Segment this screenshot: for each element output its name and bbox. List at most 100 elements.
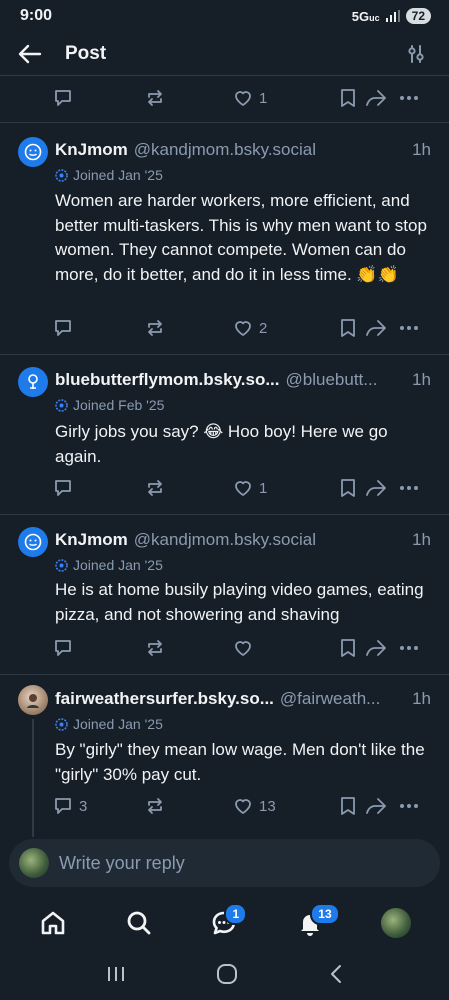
heart-icon [235,799,251,814]
sliders-icon [408,44,424,63]
bookmark-icon [341,479,355,497]
reply-post: bluebutterflymom.bsky.so... @bluebutt...… [0,355,449,515]
reply-post: KnJmom @kandjmom.bsky.social 1h Joined J… [0,515,449,675]
chevron-left-icon [331,965,342,983]
avatar[interactable] [18,527,48,557]
more-button[interactable] [399,485,419,491]
share-button[interactable] [365,796,399,816]
author-name[interactable]: KnJmom [55,140,128,160]
reply-button[interactable] [53,318,145,338]
reply-post: KnJmom @kandjmom.bsky.social 1h Joined J… [0,124,449,355]
chat-badge: 1 [224,903,248,925]
more-button[interactable] [399,803,419,809]
like-button[interactable]: 1 [233,478,339,498]
bookmark-button[interactable] [339,638,365,658]
bookmark-icon [341,639,355,657]
avatar[interactable] [18,137,48,167]
reply-button[interactable] [53,88,145,108]
status-time: 9:00 [20,7,53,24]
comment-icon [55,480,71,496]
reply-composer[interactable]: Write your reply [9,839,440,887]
nav-chat[interactable]: 1 [202,901,248,945]
nav-search[interactable] [117,901,161,945]
joined-text: Joined Jan '25 [73,716,163,732]
home-system-button[interactable] [216,963,238,990]
share-button[interactable] [365,318,399,338]
post-time[interactable]: 1h [412,140,431,160]
nav-notifications[interactable]: 13 [288,901,340,945]
comment-icon [55,798,71,814]
actions-row: 3 13 [53,789,431,823]
repost-button[interactable] [145,88,233,108]
repost-button[interactable] [145,478,233,498]
comment-icon [55,90,71,106]
more-icon [400,326,418,330]
post-text: Women are harder workers, more efficient… [55,191,427,284]
post-author-row: bluebutterflymom.bsky.so... @bluebutt...… [55,370,431,390]
share-button[interactable] [365,478,399,498]
post-time[interactable]: 1h [412,370,431,390]
author-handle[interactable]: @kandjmom.bsky.social [134,140,404,160]
share-button[interactable] [365,88,399,108]
filter-button[interactable] [401,39,431,69]
bookmark-button[interactable] [339,478,365,498]
like-button[interactable]: 13 [233,796,339,816]
joined-label: Joined Feb '25 [55,397,164,413]
reply-button[interactable] [53,478,145,498]
reply-count: 3 [79,797,88,815]
reply-button[interactable]: 3 [53,796,145,816]
recents-button[interactable] [105,964,127,989]
author-name[interactable]: KnJmom [55,530,128,550]
nav-home[interactable] [31,901,75,945]
like-button[interactable]: 1 [233,88,339,108]
like-count: 1 [259,89,268,107]
bookmark-icon [341,797,355,815]
home-icon [41,911,65,935]
post-time[interactable]: 1h [412,530,431,550]
comment-icon [55,320,71,336]
more-icon [400,486,418,490]
more-button[interactable] [399,645,419,651]
arrow-left-icon [18,44,42,63]
like-button[interactable]: 2 [233,318,339,338]
repost-button[interactable] [145,796,233,816]
post-actions: 2 [53,311,431,345]
more-button[interactable] [399,325,419,331]
post-time[interactable]: 1h [412,689,431,709]
new-user-icon [55,717,68,731]
author-handle[interactable]: @fairweath... [280,689,404,709]
repost-icon [148,320,162,336]
back-button[interactable] [18,38,50,70]
share-button[interactable] [365,638,399,658]
bookmark-button[interactable] [339,796,365,816]
more-button[interactable] [399,95,419,101]
like-count: 13 [259,797,276,815]
bookmark-button[interactable] [339,318,365,338]
post-author-row: KnJmom @kandjmom.bsky.social 1h [55,140,431,160]
system-back-button[interactable] [328,963,344,990]
reply-placeholder[interactable]: Write your reply [59,853,185,874]
bookmark-button[interactable] [339,88,365,108]
heart-icon [235,641,251,656]
repost-button[interactable] [145,638,233,658]
author-name[interactable]: fairweathersurfer.bsky.so... [55,689,274,709]
joined-text: Joined Jan '25 [73,557,163,573]
reply-button[interactable] [53,638,145,658]
like-button[interactable] [233,638,339,658]
bookmark-icon [341,89,355,107]
joined-text: Joined Jan '25 [73,167,163,183]
more-icon [400,646,418,650]
smiley-icon [24,143,42,161]
person-photo-icon [27,694,39,708]
repost-button[interactable] [145,318,233,338]
author-handle[interactable]: @kandjmom.bsky.social [134,530,404,550]
post-actions [53,631,431,665]
nav-profile[interactable] [374,901,418,945]
joined-label: Joined Jan '25 [55,167,163,183]
author-name[interactable]: bluebutterflymom.bsky.so... [55,370,280,390]
share-icon [366,90,386,106]
avatar[interactable] [18,685,48,715]
notifications-badge: 13 [310,903,340,925]
author-handle[interactable]: @bluebutt... [286,370,405,390]
avatar[interactable] [18,367,48,397]
